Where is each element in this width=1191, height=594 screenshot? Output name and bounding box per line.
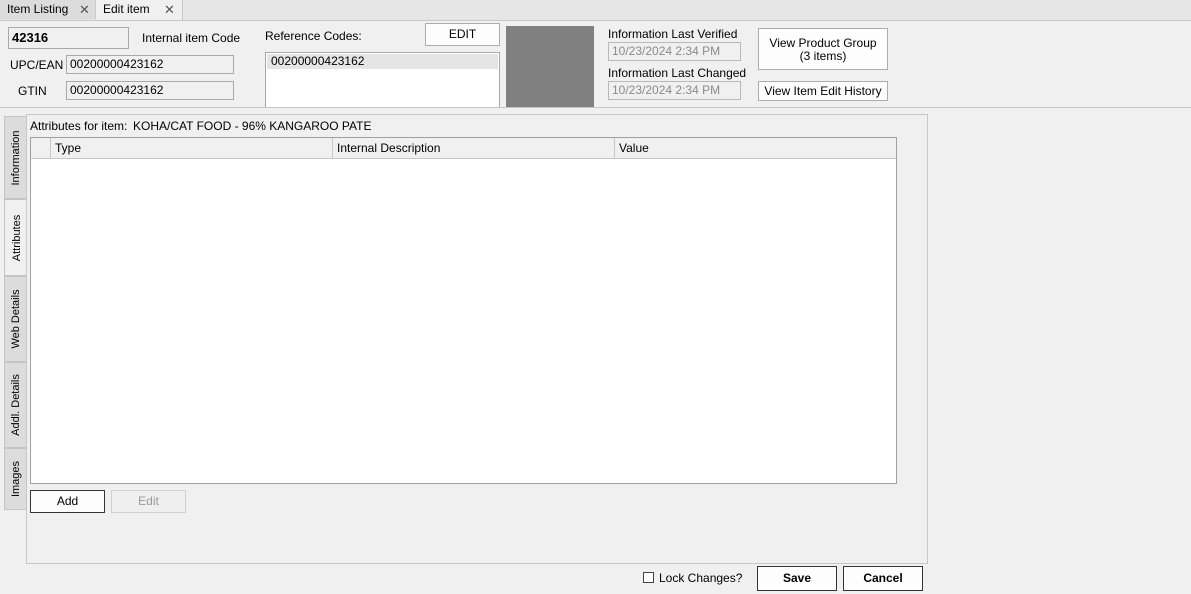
header-divider: [0, 107, 1191, 108]
save-button[interactable]: Save: [757, 566, 837, 591]
view-product-group-button[interactable]: View Product Group (3 items): [758, 28, 888, 70]
upc-label: UPC/EAN: [10, 58, 64, 72]
tab-label: Item Listing: [7, 2, 69, 16]
column-header-type[interactable]: Type: [50, 138, 332, 158]
edit-attribute-button[interactable]: Edit: [111, 490, 186, 513]
info-verified-field: 10/23/2024 2:34 PM: [608, 42, 741, 61]
add-attribute-button[interactable]: Add: [30, 490, 105, 513]
info-verified-label: Information Last Verified: [608, 27, 738, 41]
close-icon[interactable]: ✕: [164, 0, 175, 19]
attributes-item-name: KOHA/CAT FOOD - 96% KANGAROO PATE: [133, 119, 372, 133]
side-tab-attributes[interactable]: Attributes: [4, 199, 28, 276]
reference-codes-label: Reference Codes:: [265, 29, 362, 43]
lock-changes-label: Lock Changes?: [659, 571, 743, 585]
edit-reference-button[interactable]: EDIT: [425, 23, 500, 46]
close-icon[interactable]: ✕: [79, 0, 90, 19]
list-item[interactable]: 00200000423162: [267, 54, 498, 69]
gtin-label: GTIN: [18, 84, 47, 98]
cancel-button[interactable]: Cancel: [843, 566, 923, 591]
item-code-field[interactable]: 42316: [8, 27, 129, 49]
info-changed-field: 10/23/2024 2:34 PM: [608, 81, 741, 100]
product-group-count: (3 items): [799, 49, 847, 63]
attributes-for-item-label: Attributes for item:: [30, 119, 128, 133]
document-tab-bar: Item Listing ✕ Edit item ✕: [0, 0, 1191, 21]
row-selector-header: [31, 138, 50, 158]
tab-edit-item[interactable]: Edit item ✕: [96, 0, 183, 20]
column-header-internal-description[interactable]: Internal Description: [332, 138, 614, 158]
internal-item-code-label: Internal item Code: [142, 31, 241, 45]
tab-label: Edit item: [103, 2, 150, 16]
gtin-field[interactable]: 00200000423162: [66, 81, 234, 100]
side-tab-information[interactable]: Information: [4, 116, 26, 199]
side-tab-web-details[interactable]: Web Details: [4, 276, 26, 362]
attributes-table[interactable]: Type Internal Description Value: [30, 137, 897, 484]
lock-changes-checkbox[interactable]: [643, 572, 654, 583]
side-tab-label: Images: [9, 460, 22, 498]
product-image-placeholder: [506, 26, 594, 108]
upc-field[interactable]: 00200000423162: [66, 55, 234, 74]
side-tab-label: Web Details: [9, 289, 22, 349]
column-header-value[interactable]: Value: [614, 138, 896, 158]
side-tab-label: Addl. Details: [9, 374, 22, 436]
side-tab-label: Information: [9, 129, 22, 186]
side-tab-addl-details[interactable]: Addl. Details: [4, 362, 26, 448]
tab-item-listing[interactable]: Item Listing ✕: [0, 0, 96, 19]
side-tab-label: Attributes: [10, 214, 23, 261]
side-tab-images[interactable]: Images: [4, 448, 26, 510]
info-changed-label: Information Last Changed: [608, 66, 747, 80]
table-header: Type Internal Description Value: [31, 138, 896, 159]
view-item-edit-history-button[interactable]: View Item Edit History: [758, 81, 888, 101]
reference-codes-list[interactable]: 00200000423162: [265, 52, 500, 108]
